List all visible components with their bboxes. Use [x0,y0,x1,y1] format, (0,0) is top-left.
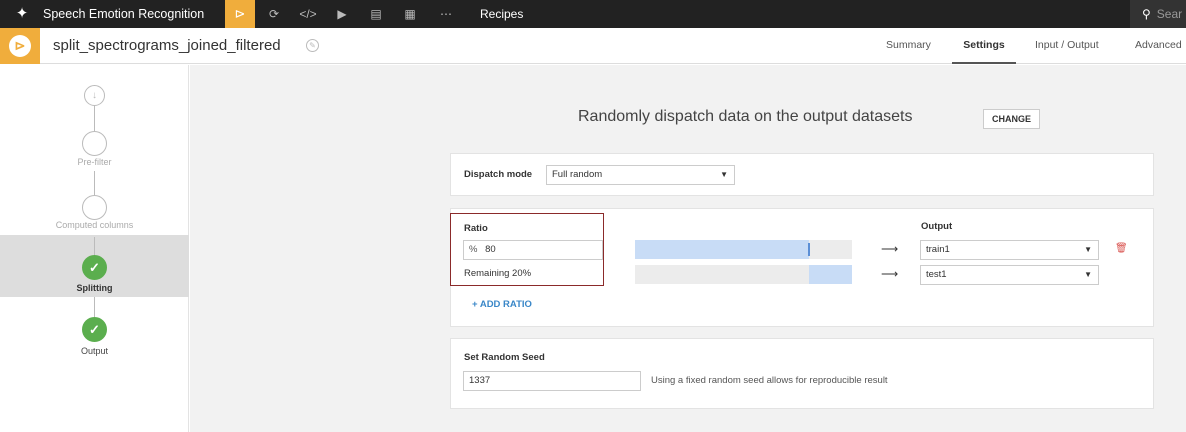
random-seed-card: Set Random Seed 1337 Using a fixed rando… [450,338,1154,409]
trash-icon[interactable]: 🗑 [1115,243,1128,254]
random-seed-input[interactable]: 1337 [463,371,641,391]
ratio-bar-train1 [635,240,852,259]
computed-columns-step-node[interactable] [82,195,107,220]
database-icon[interactable]: ▤ [364,0,388,28]
search-placeholder: Sear [1156,7,1183,21]
random-seed-hint: Using a fixed random seed allows for rep… [651,375,888,386]
change-mode-button[interactable]: CHANGE [983,109,1040,129]
dispatch-mode-value: Full random [552,169,603,180]
page-title: Randomly dispatch data on the output dat… [578,108,913,125]
recipe-steps-sidebar: ↓ Pre-filter Computed columns ✓ Splittin… [0,65,189,432]
dispatch-mode-label: Dispatch mode [464,169,533,180]
dispatch-mode-card: Dispatch mode Full random ▼ [450,153,1154,196]
arrow-right-icon: ⟶ [881,267,899,281]
output-value: test1 [926,269,947,280]
play-icon[interactable]: ▶ [330,0,354,28]
output-select-train1[interactable]: train1 ▼ [920,240,1099,260]
random-seed-label: Set Random Seed [464,352,545,363]
chevron-down-icon: ▼ [1084,270,1092,279]
check-icon[interactable]: ✓ [82,317,107,342]
input-step-icon: ↓ [84,85,105,106]
step-label-prefilter[interactable]: Pre-filter [0,157,189,167]
output-header: Output [921,221,953,232]
dispatch-mode-select[interactable]: Full random ▼ [546,165,735,185]
settings-panel: Randomly dispatch data on the output dat… [190,65,1186,432]
output-value: train1 [926,244,950,255]
ratio-bar-fill [635,240,809,259]
recipes-breadcrumb[interactable]: Recipes [480,0,523,28]
tab-summary[interactable]: Summary [886,28,931,64]
code-icon[interactable]: </> [296,0,320,28]
chevron-down-icon: ▼ [720,170,728,179]
ratio-bar-test1 [635,265,852,284]
split-recipe-badge: ⊳ [0,28,40,64]
more-icon[interactable]: ⋯ [434,0,458,28]
flow-icon[interactable]: ⊳ [225,0,255,28]
recipe-name: split_spectrograms_joined_filtered [53,37,281,54]
add-ratio-button[interactable]: + ADD RATIO [472,299,532,310]
arrow-right-icon: ⟶ [881,242,899,256]
top-navigation-bar: ✦ Speech Emotion Recognition ⊳ ⟳ </> ▶ ▤… [0,0,1186,28]
step-connector [94,237,95,257]
recipe-header: ⊳ split_spectrograms_joined_filtered ✎ S… [0,28,1186,64]
tab-advanced[interactable]: Advanced [1135,28,1182,64]
tab-settings[interactable]: Settings [952,28,1016,64]
split-recipe-icon: ⊳ [9,35,31,57]
step-connector [94,297,95,317]
ratio-bar-fill [808,265,852,284]
ratio-highlight-box [450,213,604,286]
edit-icon[interactable]: ✎ [306,39,319,52]
step-label-splitting[interactable]: Splitting [0,283,189,293]
step-label-output[interactable]: Output [0,346,189,356]
sync-icon[interactable]: ⟳ [262,0,286,28]
check-icon[interactable]: ✓ [82,255,107,280]
step-label-computed-columns[interactable]: Computed columns [0,220,189,230]
bird-logo-icon[interactable]: ✦ [8,0,36,28]
tab-input-output[interactable]: Input / Output [1035,28,1099,64]
prefilter-step-node[interactable] [82,131,107,156]
search-input[interactable]: ⚲ Sear [1130,0,1186,28]
ratio-bar-handle[interactable] [807,243,810,256]
chevron-down-icon: ▼ [1084,245,1092,254]
step-connector [94,105,95,131]
search-icon: ⚲ [1142,7,1151,21]
dashboard-icon[interactable]: ▦ [398,0,422,28]
project-title[interactable]: Speech Emotion Recognition [43,0,204,28]
output-select-test1[interactable]: test1 ▼ [920,265,1099,285]
step-connector [94,171,95,195]
